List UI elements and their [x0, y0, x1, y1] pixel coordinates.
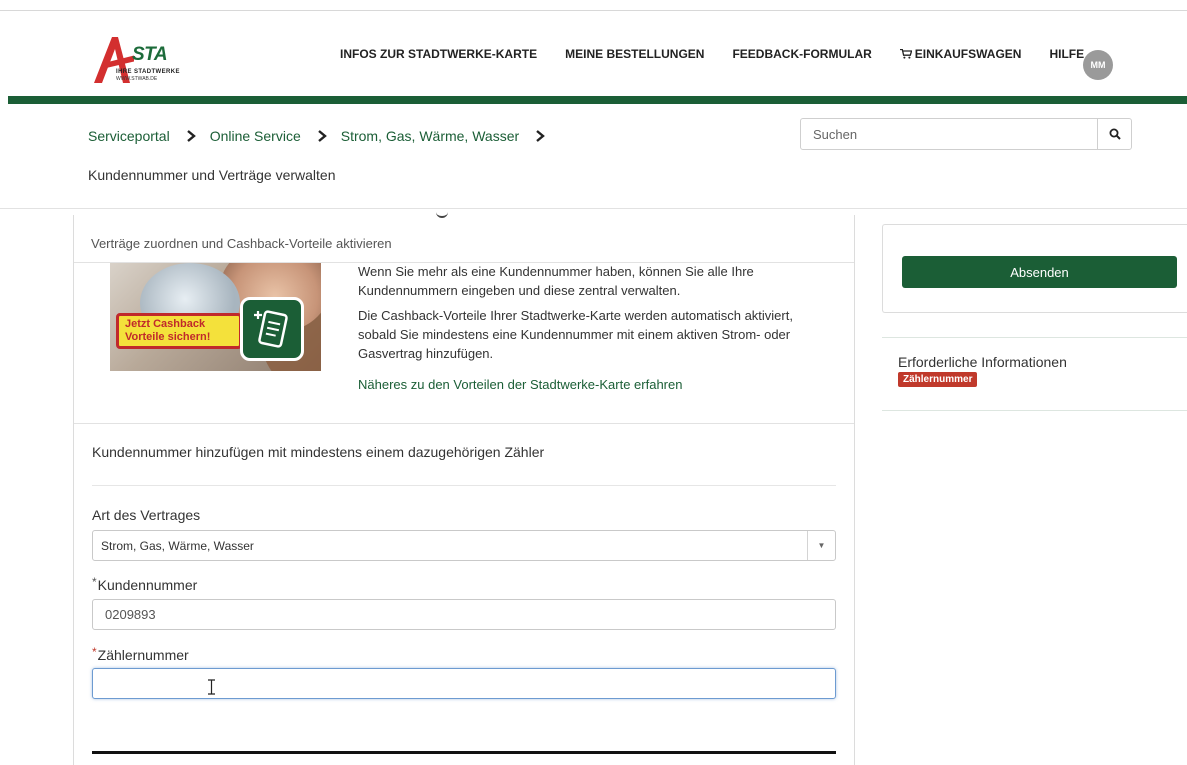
asta-logo[interactable]: STA IHRE STADTWERKE WWW.STWAB.DE: [92, 33, 192, 95]
site-header: STA IHRE STADTWERKE WWW.STWAB.DE INFOS Z…: [0, 11, 1187, 96]
nav-einkaufswagen[interactable]: EINKAUFSWAGEN: [899, 47, 1022, 61]
customer-number-label: *Kundennummer: [92, 575, 197, 593]
sidebar-divider: [882, 410, 1187, 411]
nav-hilfe[interactable]: HILFE: [1049, 47, 1084, 61]
add-customer-number-title: Kundennummer hinzufügen mit mindestens e…: [92, 444, 545, 460]
user-avatar[interactable]: MM: [1083, 50, 1113, 80]
dropdown-arrow-icon[interactable]: ▼: [807, 531, 835, 560]
header-green-bar: [8, 96, 1187, 104]
breadcrumb-strom-gas[interactable]: Strom, Gas, Wärme, Wasser: [341, 128, 519, 144]
search-icon: [1109, 128, 1121, 140]
meter-number-label: *Zählernummer: [92, 645, 189, 663]
contract-type-value: Strom, Gas, Wärme, Wasser: [101, 538, 254, 553]
required-field-badge: Zählernummer: [898, 372, 978, 387]
cashback-badge: Jetzt Cashback Vorteile sichern!: [116, 313, 242, 349]
chevron-right-icon: [536, 130, 546, 142]
card-divider: [74, 423, 854, 424]
stadtwerke-karte-info-link[interactable]: Näheres zu den Vorteilen der Stadtwerke-…: [358, 377, 682, 392]
nav-infos-stadtwerke-karte[interactable]: INFOS ZUR STADTWERKE-KARTE: [340, 47, 537, 61]
text-cursor-icon: [208, 679, 215, 695]
promo-paragraph-2: Die Cashback-Vorteile Ihrer Stadtwerke-K…: [358, 308, 793, 361]
logo-tagline: IHRE STADTWERKE: [116, 69, 180, 75]
breadcrumb-online-service[interactable]: Online Service: [210, 128, 301, 144]
submit-button[interactable]: Absenden: [902, 256, 1177, 288]
logo-url: WWW.STWAB.DE: [116, 76, 158, 82]
contract-type-label: Art des Vertrages: [92, 507, 201, 523]
customer-number-label-text: Kundennummer: [97, 577, 198, 593]
search-button[interactable]: [1097, 119, 1131, 149]
nav-feedback-formular[interactable]: FEEDBACK-FORMULAR: [732, 47, 871, 61]
breadcrumb-divider: [0, 208, 1187, 209]
meter-number-label-text: Zählernummer: [97, 647, 189, 663]
section-divider: [92, 485, 836, 486]
contract-type-select[interactable]: Strom, Gas, Wärme, Wasser ▼: [92, 530, 836, 561]
shopping-cart-icon: [899, 49, 912, 59]
main-nav: INFOS ZUR STADTWERKE-KARTE MEINE BESTELL…: [340, 47, 1112, 61]
breadcrumb-serviceportal[interactable]: Serviceportal: [88, 128, 170, 144]
promo-paragraph-1: Wenn Sie mehr als eine Kundennummer habe…: [358, 264, 754, 298]
checklist-app-icon: [240, 297, 304, 361]
breadcrumb-current-page: Kundennummer und Verträge verwalten: [88, 167, 336, 183]
search-box: [800, 118, 1132, 150]
chevron-right-icon: [317, 130, 327, 142]
card-subtitle: Verträge zuordnen und Cashback-Vorteile …: [91, 236, 392, 251]
form-bottom-rule: [92, 751, 836, 754]
sidebar-divider: [882, 337, 1187, 338]
required-info-label: Erforderliche Informationen: [898, 354, 1067, 370]
logo-sta-text: STA: [132, 44, 168, 65]
breadcrumb: Serviceportal Online Service Strom, Gas,…: [88, 128, 559, 144]
nav-meine-bestellungen[interactable]: MEINE BESTELLUNGEN: [565, 47, 704, 61]
cashback-badge-line1: Jetzt Cashback: [125, 318, 206, 330]
nav-einkaufswagen-label: EINKAUFSWAGEN: [914, 47, 1022, 61]
meter-number-field[interactable]: [92, 668, 836, 699]
promo-description: Wenn Sie mehr als eine Kundennummer habe…: [358, 262, 828, 369]
cashback-promo-image: Jetzt Cashback Vorteile sichern!: [110, 263, 321, 371]
required-asterisk: *: [92, 575, 97, 589]
chevron-right-icon: [186, 130, 196, 142]
search-input[interactable]: [801, 119, 1097, 149]
cashback-badge-line2: Vorteile sichern!: [125, 331, 211, 343]
required-asterisk: *: [92, 645, 97, 659]
customer-number-field[interactable]: [92, 599, 836, 630]
